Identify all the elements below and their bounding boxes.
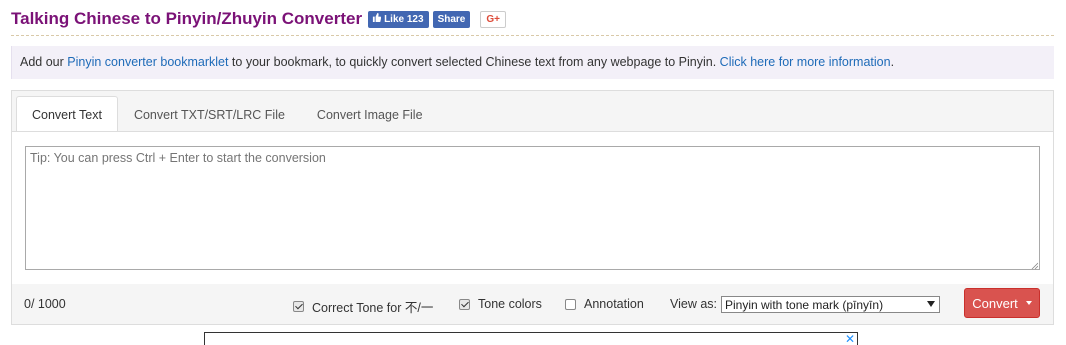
bookmarklet-link[interactable]: Pinyin converter bookmarklet xyxy=(67,55,228,69)
tab-convert-file[interactable]: Convert TXT/SRT/LRC File xyxy=(118,96,301,132)
more-info-link[interactable]: Click here for more information xyxy=(720,55,891,69)
annotation-label: Annotation xyxy=(584,297,644,311)
view-as-label: View as: xyxy=(670,297,718,311)
character-counter: 0/ 1000 xyxy=(24,297,66,311)
ad-banner xyxy=(204,332,858,345)
google-plus-button[interactable]: G+ xyxy=(480,10,506,28)
converter-panel: Convert Text Convert TXT/SRT/LRC File Co… xyxy=(11,90,1054,325)
resize-handle-icon[interactable] xyxy=(1031,262,1038,269)
convert-label: Convert xyxy=(972,295,1018,311)
annotation-option[interactable]: Annotation xyxy=(565,297,644,311)
bookmarklet-notice: Add our Pinyin converter bookmarklet to … xyxy=(11,46,1054,79)
notice-prefix: Add our xyxy=(20,55,68,69)
header: Talking Chinese to Pinyin/Zhuyin Convert… xyxy=(11,8,506,30)
facebook-like-label: Like 123 xyxy=(384,13,424,25)
correct-tone-checkbox[interactable] xyxy=(293,301,304,312)
converter-footer: 0/ 1000 Correct Tone for 不/一 Tone colors… xyxy=(12,284,1053,324)
ad-close-icon[interactable]: ✕ xyxy=(843,333,857,345)
notice-suffix: . xyxy=(890,55,895,69)
tab-convert-text[interactable]: Convert Text xyxy=(16,96,118,132)
page-title: Talking Chinese to Pinyin/Zhuyin Convert… xyxy=(11,9,363,28)
facebook-like-button[interactable]: Like 123 xyxy=(368,10,429,28)
tone-colors-label: Tone colors xyxy=(478,297,542,311)
tab-content xyxy=(12,132,1053,284)
caret-down-icon[interactable] xyxy=(1025,301,1032,305)
notice-middle: to your bookmark, to quickly convert sel… xyxy=(228,55,720,69)
tone-colors-checkbox[interactable] xyxy=(459,298,470,310)
annotation-checkbox[interactable] xyxy=(565,298,576,310)
correct-tone-option[interactable]: Correct Tone for 不/一 xyxy=(293,297,433,316)
tab-convert-image[interactable]: Convert Image File xyxy=(301,96,439,132)
thumbs-up-icon xyxy=(372,13,382,25)
chinese-text-input[interactable] xyxy=(25,146,1040,270)
view-as-select[interactable]: Pinyin with tone mark (pīnyīn) xyxy=(721,296,940,313)
header-divider xyxy=(11,35,1054,36)
convert-button[interactable]: Convert xyxy=(964,288,1040,318)
view-as-selected-value: Pinyin with tone mark (pīnyīn) xyxy=(725,297,884,312)
facebook-share-button[interactable]: Share xyxy=(432,10,471,28)
tab-bar: Convert Text Convert TXT/SRT/LRC File Co… xyxy=(16,96,439,132)
dropdown-arrow-icon xyxy=(927,301,935,307)
correct-tone-label: Correct Tone for 不/一 xyxy=(312,301,434,315)
tone-colors-option[interactable]: Tone colors xyxy=(459,297,542,311)
